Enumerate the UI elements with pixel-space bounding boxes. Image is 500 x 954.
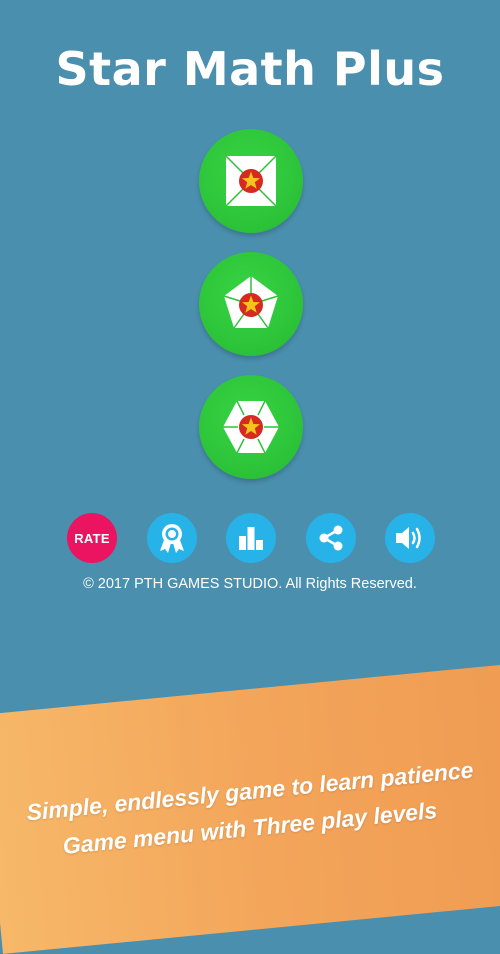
leaderboard-icon (239, 527, 263, 550)
menu-toolbar: RATE (0, 513, 500, 563)
pentagon-star-icon (223, 276, 279, 329)
share-button[interactable] (306, 513, 356, 563)
level-2-button[interactable] (199, 252, 303, 356)
app-title: Star Math Plus (55, 42, 445, 96)
award-icon (160, 524, 184, 553)
achievements-button[interactable] (147, 513, 197, 563)
level-3-button[interactable] (199, 375, 303, 479)
square-star-icon (225, 155, 277, 207)
rate-label: RATE (74, 530, 110, 546)
sound-button[interactable] (385, 513, 435, 563)
hexagon-star-icon (223, 400, 279, 454)
sound-icon (396, 527, 421, 549)
leaderboard-button[interactable] (226, 513, 276, 563)
rate-button[interactable]: RATE (67, 513, 117, 563)
share-icon (319, 525, 343, 551)
level-1-button[interactable] (199, 129, 303, 233)
copyright-text: © 2017 PTH GAMES STUDIO. All Rights Rese… (83, 576, 417, 592)
